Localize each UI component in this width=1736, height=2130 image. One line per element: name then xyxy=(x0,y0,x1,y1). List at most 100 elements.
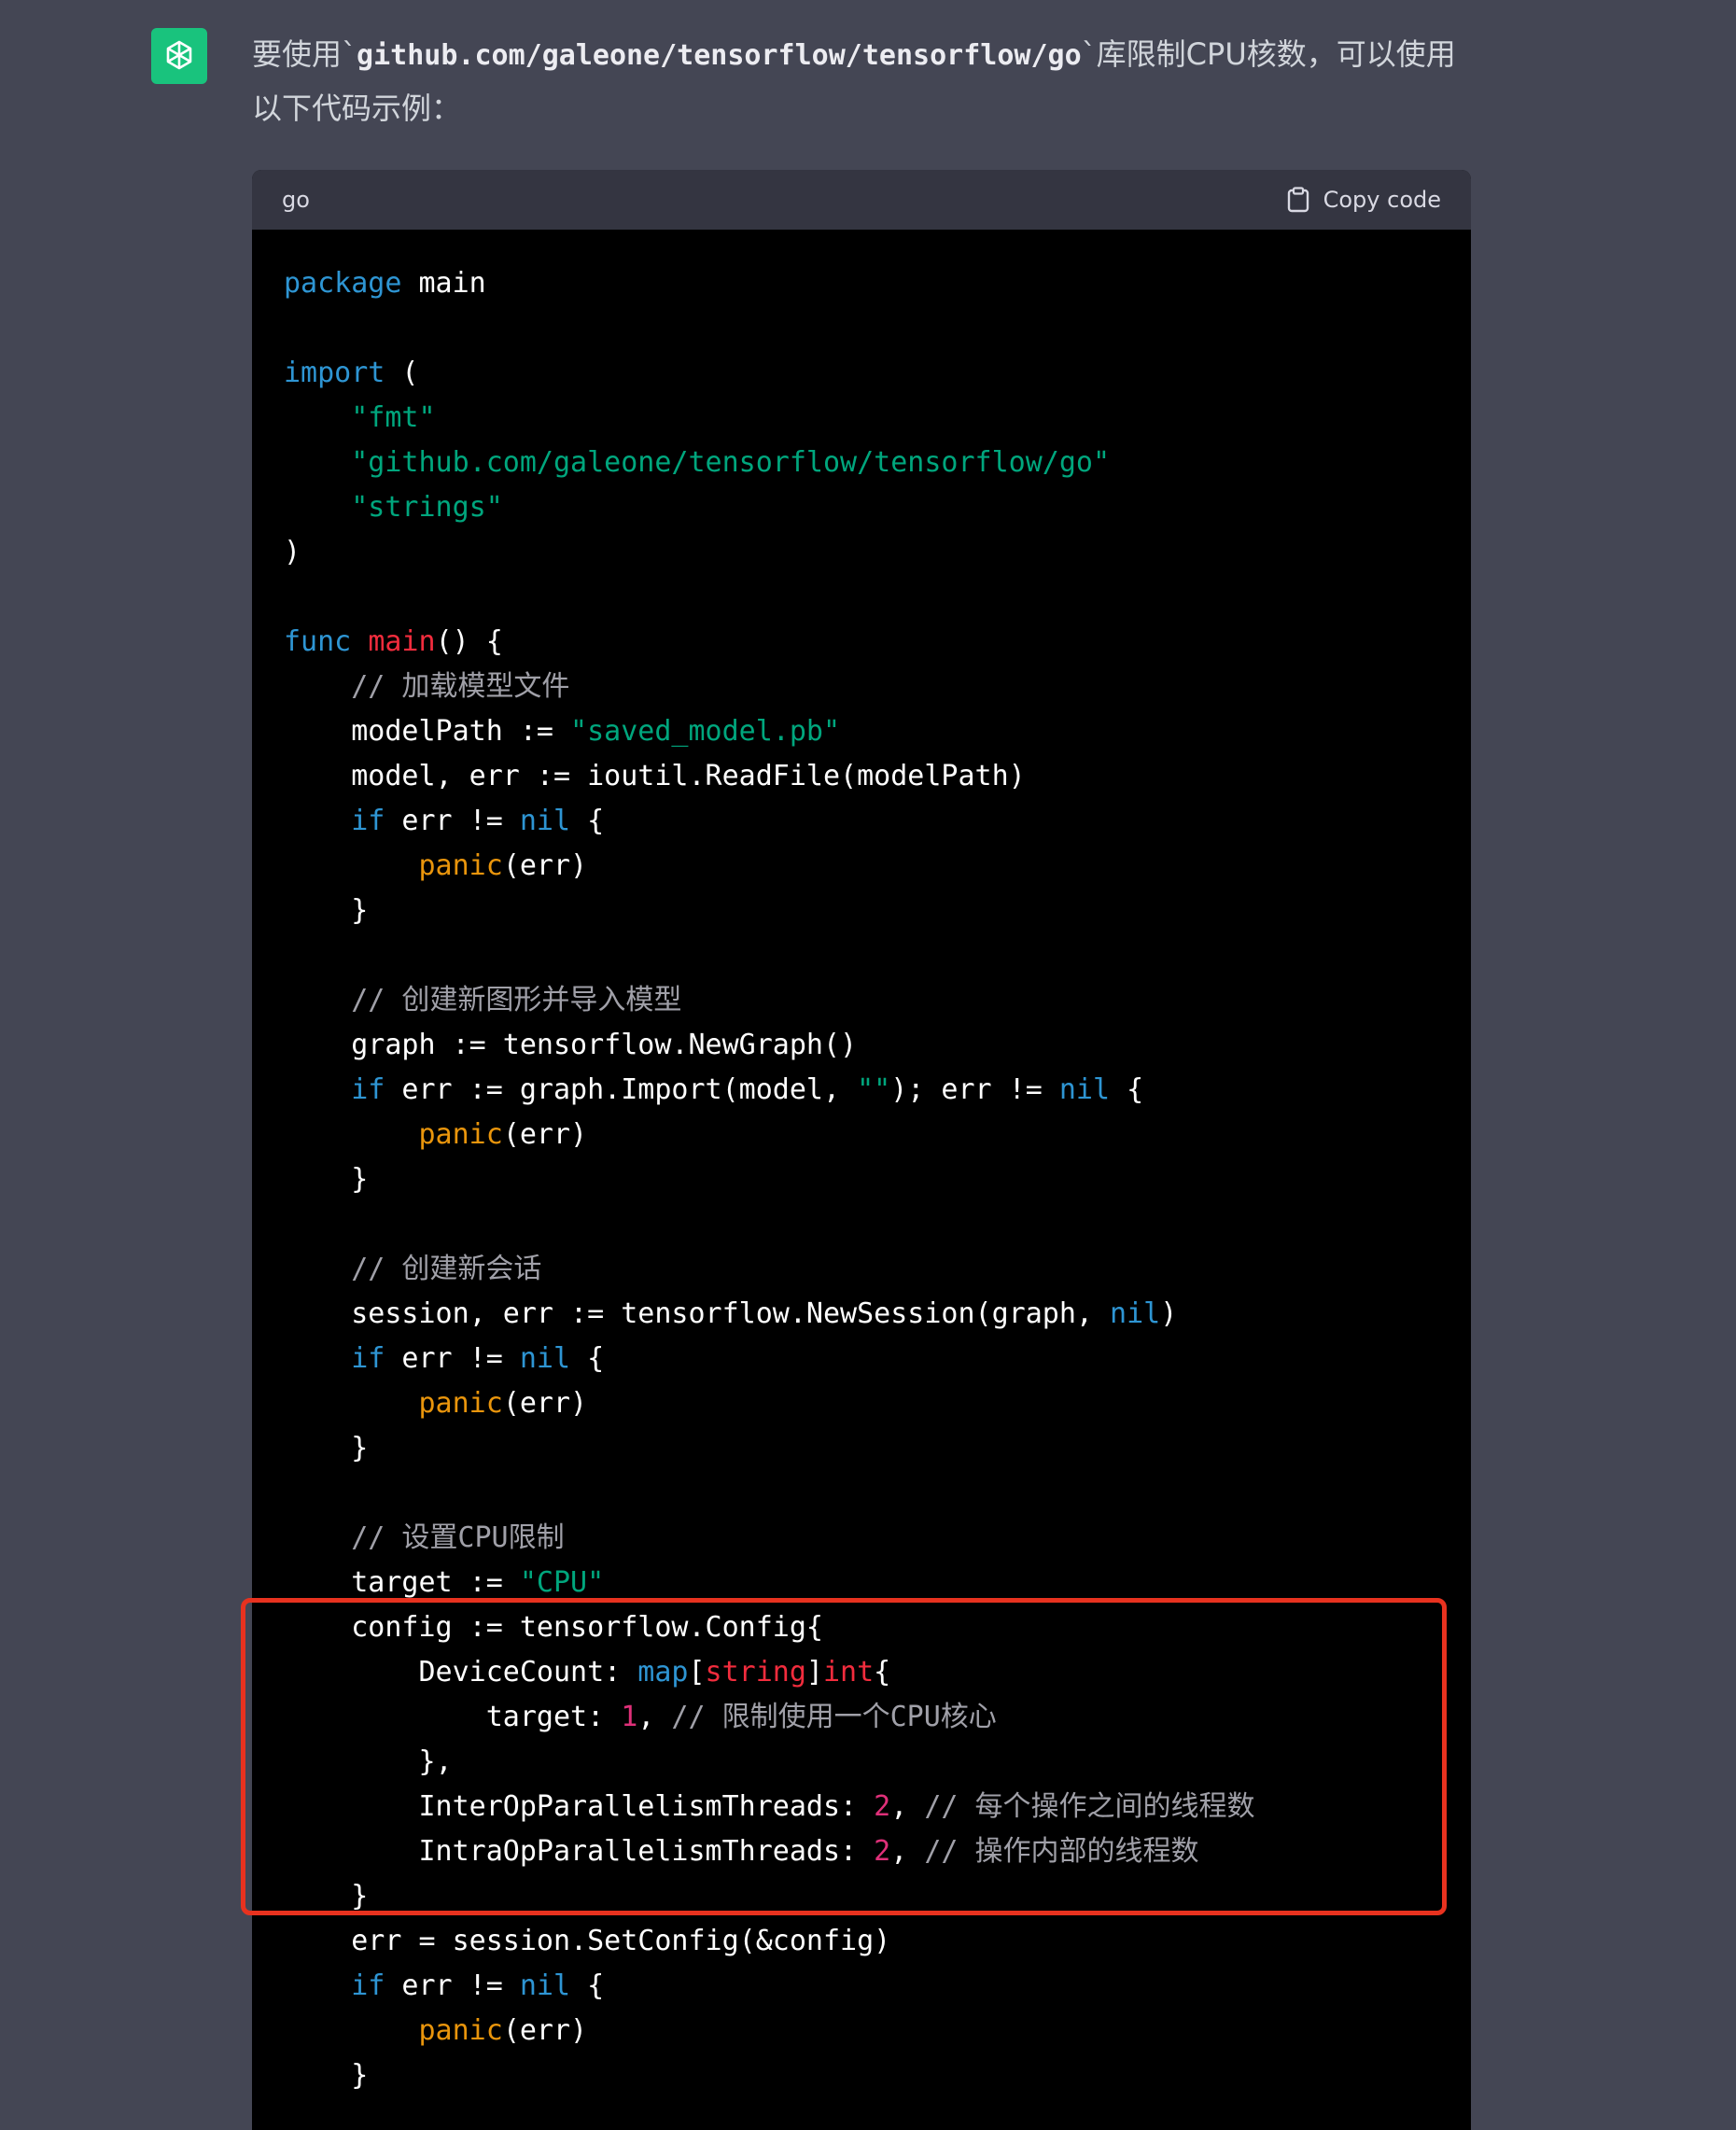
code-line: DeviceCount: map[string]int{ xyxy=(284,1650,1439,1695)
code-token: 2 xyxy=(874,1835,891,1868)
code-token: DeviceCount: xyxy=(284,1656,638,1689)
code-line: "fmt" xyxy=(284,396,1439,441)
code-token: err := graph.Import(model, xyxy=(385,1073,858,1106)
code-token: "CPU" xyxy=(519,1566,605,1599)
code-token: nil xyxy=(1058,1073,1111,1106)
code-token: nil xyxy=(519,1969,571,2002)
code-line: // 加载模型文件 xyxy=(284,665,1439,709)
inline-code: github.com/galeone/tensorflow/tensorflow… xyxy=(357,39,1082,72)
code-token: panic xyxy=(418,1118,503,1151)
code-token: // 每个操作之间的线程数 xyxy=(924,1790,1255,1823)
code-line: panic(err) xyxy=(284,1381,1439,1426)
code-line: session, err := tensorflow.NewSession(gr… xyxy=(284,1292,1439,1337)
code-token: panic xyxy=(418,849,503,882)
code-line: model, err := ioutil.ReadFile(modelPath) xyxy=(284,754,1439,799)
code-token: }, xyxy=(284,1745,453,1778)
code-token: main xyxy=(401,267,486,300)
code-line: target: 1, // 限制使用一个CPU核心 xyxy=(284,1695,1439,1740)
code-line: config := tensorflow.Config{ xyxy=(284,1605,1439,1650)
code-token: // 创建新图形并导入模型 xyxy=(351,984,682,1016)
copy-code-label: Copy code xyxy=(1323,187,1441,213)
code-token: InterOpParallelismThreads: xyxy=(284,1790,875,1823)
code-token: (err) xyxy=(502,2014,588,2047)
code-line: panic(err) xyxy=(284,1113,1439,1157)
code-block: go Copy code package main import ( "fmt"… xyxy=(252,170,1471,2130)
code-token: } xyxy=(284,1880,369,1913)
code-line: } xyxy=(284,2053,1439,2098)
code-token: package xyxy=(284,267,402,300)
code-line: } xyxy=(284,1874,1439,1919)
code-token: target: xyxy=(284,1701,622,1733)
code-token: nil xyxy=(519,805,571,837)
code-line: func main() { xyxy=(284,620,1439,665)
code-line: // 创建新会话 xyxy=(284,1247,1439,1292)
code-token: err != xyxy=(385,805,520,837)
assistant-avatar xyxy=(151,28,207,84)
code-token: { xyxy=(570,1342,605,1375)
copy-code-button[interactable]: Copy code xyxy=(1286,187,1441,213)
code-token: // 加载模型文件 xyxy=(351,670,570,703)
code-line: IntraOpParallelismThreads: 2, // 操作内部的线程… xyxy=(284,1829,1439,1874)
code-token: } xyxy=(284,2059,369,2092)
code-token: IntraOpParallelismThreads: xyxy=(284,1835,875,1868)
code-token: // 操作内部的线程数 xyxy=(924,1835,1199,1868)
code-token: string xyxy=(705,1656,806,1689)
code-token: target := xyxy=(284,1566,520,1599)
code-token: ] xyxy=(805,1656,823,1689)
code-block-header: go Copy code xyxy=(252,170,1471,230)
code-token: 1 xyxy=(621,1701,638,1733)
code-line: }, xyxy=(284,1740,1439,1785)
code-token: 2 xyxy=(874,1790,891,1823)
code-token: ) xyxy=(1160,1297,1178,1330)
code-token: if xyxy=(351,1073,385,1106)
code-token: session, err := tensorflow.NewSession(gr… xyxy=(284,1297,1111,1330)
code-line: if err != nil { xyxy=(284,1337,1439,1381)
message-text-before: 要使用` xyxy=(252,36,357,72)
code-token: [ xyxy=(688,1656,706,1689)
code-language-label: go xyxy=(282,187,310,213)
code-token: map xyxy=(637,1656,689,1689)
code-token: , xyxy=(637,1701,672,1733)
code-line: ) xyxy=(284,530,1439,575)
code-token: err != xyxy=(385,1969,520,2002)
code-token: "" xyxy=(857,1073,891,1106)
code-token: (err) xyxy=(502,1118,588,1151)
code-token: graph := tensorflow.NewGraph() xyxy=(284,1029,858,1061)
code-token: if xyxy=(351,805,385,837)
code-line: panic(err) xyxy=(284,2009,1439,2053)
code-line: "github.com/galeone/tensorflow/tensorflo… xyxy=(284,441,1439,485)
code-content[interactable]: package main import ( "fmt" "github.com/… xyxy=(252,261,1471,2098)
code-token: // 限制使用一个CPU核心 xyxy=(671,1701,997,1733)
code-line: InterOpParallelismThreads: 2, // 每个操作之间的… xyxy=(284,1785,1439,1829)
code-token: (err) xyxy=(502,849,588,882)
code-token: nil xyxy=(519,1342,571,1375)
code-line: graph := tensorflow.NewGraph() xyxy=(284,1023,1439,1068)
code-token: { xyxy=(1110,1073,1144,1106)
code-token: // 创建新会话 xyxy=(351,1253,542,1285)
code-token: import xyxy=(284,357,385,389)
code-token: } xyxy=(284,1432,369,1464)
openai-logo-icon xyxy=(166,40,192,70)
code-token: if xyxy=(351,1969,385,2002)
code-token: panic xyxy=(418,1387,503,1420)
clipboard-icon xyxy=(1287,187,1309,213)
code-token: } xyxy=(284,894,369,927)
code-token: nil xyxy=(1110,1297,1161,1330)
code-token: { xyxy=(570,805,605,837)
code-line: "strings" xyxy=(284,485,1439,530)
code-token: , xyxy=(890,1790,925,1823)
code-line: package main xyxy=(284,261,1439,306)
